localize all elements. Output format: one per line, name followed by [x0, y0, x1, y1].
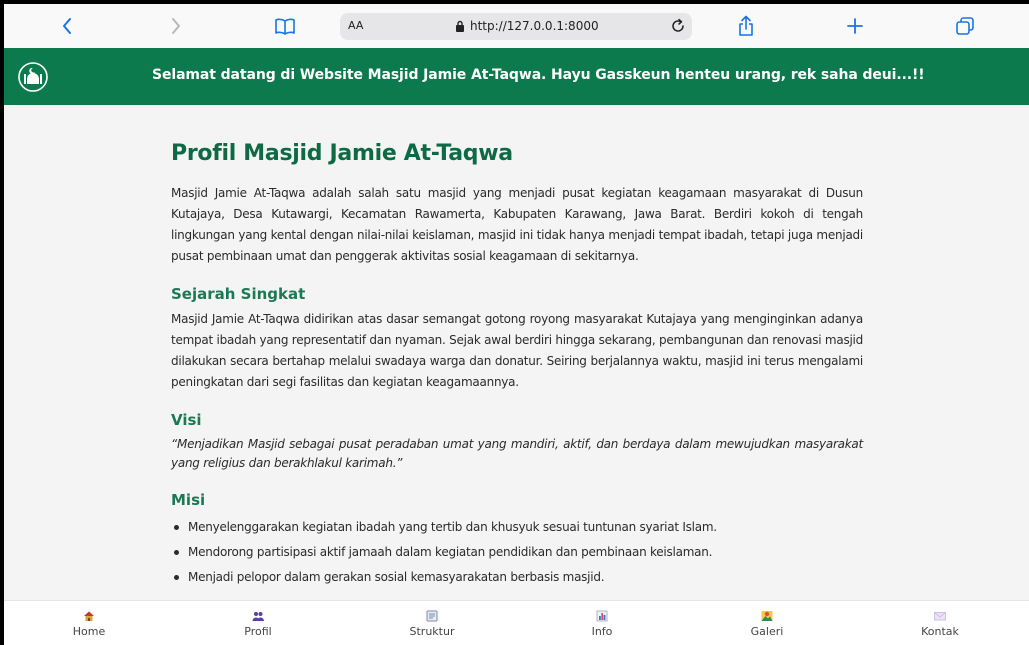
- picture-icon: [761, 611, 773, 621]
- browser-window: AA http://127.0.0.1:8000 Selamat datang …: [4, 4, 1029, 645]
- nav-label-galeri: Galeri: [750, 625, 784, 638]
- sejarah-paragraph: Masjid Jamie At-Taqwa didirikan atas das…: [171, 312, 863, 389]
- nav-item-home[interactable]: Home: [29, 601, 149, 645]
- intro-paragraph: Masjid Jamie At-Taqwa adalah salah satu …: [171, 186, 863, 263]
- share-button[interactable]: [733, 14, 759, 38]
- list-item: Mendorong partisipasi aktif jamaah dalam…: [171, 540, 863, 565]
- nav-label-profil: Profil: [244, 625, 272, 638]
- nav-item-struktur[interactable]: Struktur: [372, 601, 492, 645]
- reload-icon[interactable]: [670, 18, 686, 34]
- chevron-right-icon: [172, 18, 180, 34]
- address-bar[interactable]: AA http://127.0.0.1:8000: [340, 13, 692, 40]
- nav-item-profil[interactable]: Profil: [198, 601, 318, 645]
- nav-label-struktur: Struktur: [409, 625, 455, 638]
- house-icon: [84, 611, 94, 621]
- chart-icon: [596, 610, 608, 622]
- tabs-icon: [956, 17, 974, 35]
- nav-label-home: Home: [72, 625, 106, 638]
- visi-heading: Visi: [171, 411, 202, 429]
- nav-item-galeri[interactable]: Galeri: [707, 601, 827, 645]
- nav-label-kontak: Kontak: [921, 625, 959, 638]
- people-icon: [252, 612, 264, 621]
- lock-icon: [456, 20, 464, 32]
- nav-item-kontak[interactable]: Kontak: [880, 601, 1000, 645]
- misi-list: Menyelenggarakan kegiatan ibadah yang te…: [171, 515, 863, 590]
- browser-toolbar: AA http://127.0.0.1:8000: [4, 4, 1029, 48]
- main-content: Profil Masjid Jamie At-Taqwa Masjid Jami…: [171, 105, 863, 590]
- mosque-logo-icon[interactable]: [18, 62, 48, 92]
- visi-paragraph: “Menjadikan Masjid sebagai pusat peradab…: [171, 437, 863, 470]
- misi-heading: Misi: [171, 491, 206, 509]
- new-tab-button[interactable]: [842, 14, 868, 38]
- envelope-icon: [934, 612, 946, 621]
- sejarah-heading: Sejarah Singkat: [171, 285, 306, 303]
- back-button[interactable]: [54, 14, 80, 38]
- text-size-button[interactable]: AA: [348, 19, 363, 32]
- nav-item-info[interactable]: Info: [542, 601, 662, 645]
- page-title: Profil Masjid Jamie At-Taqwa: [171, 141, 513, 166]
- document-icon: [426, 610, 438, 622]
- list-item: Menyelenggarakan kegiatan ibadah yang te…: [171, 515, 863, 540]
- book-icon: [275, 18, 295, 35]
- nav-label-info: Info: [591, 625, 613, 638]
- share-icon: [739, 15, 753, 36]
- bookmarks-button[interactable]: [272, 14, 298, 38]
- welcome-banner-text: Selamat datang di Website Masjid Jamie A…: [152, 67, 925, 83]
- url-text: http://127.0.0.1:8000: [470, 19, 599, 33]
- tabs-button[interactable]: [952, 14, 978, 38]
- site-header: Selamat datang di Website Masjid Jamie A…: [4, 48, 1029, 105]
- list-item: Menjadi pelopor dalam gerakan sosial kem…: [171, 565, 863, 590]
- chevron-left-icon: [63, 18, 71, 34]
- bottom-nav: Home Profil Struktur Info Galeri Kontak: [4, 600, 1029, 645]
- forward-button[interactable]: [163, 14, 189, 38]
- plus-icon: [847, 18, 863, 34]
